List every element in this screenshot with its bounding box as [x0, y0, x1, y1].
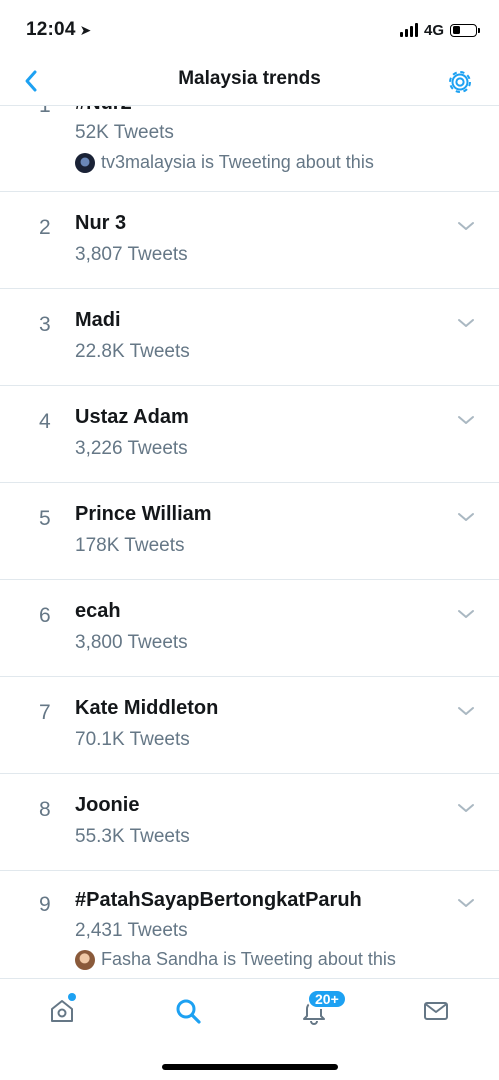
clock-text: 12:04	[26, 19, 76, 40]
messages-icon	[424, 1002, 448, 1020]
trend-tweet-count: 3,807 Tweets	[75, 244, 188, 265]
chevron-down-icon[interactable]	[457, 608, 475, 620]
avatar	[75, 152, 95, 173]
chevron-down-icon[interactable]	[457, 705, 475, 717]
tab-search[interactable]	[168, 993, 208, 1029]
chevron-down-icon[interactable]	[457, 414, 475, 426]
battery-icon	[450, 23, 480, 37]
trend-item[interactable]: 4 Ustaz Adam 3,226 Tweets	[0, 386, 499, 483]
trend-name: #Nur2	[75, 106, 132, 115]
trend-item[interactable]: 7 Kate Middleton 70.1K Tweets	[0, 677, 499, 774]
trend-rank: 9	[39, 893, 51, 916]
settings-button[interactable]	[445, 67, 475, 97]
trend-rank: 7	[39, 701, 51, 724]
location-arrow-icon: ➤	[79, 22, 92, 38]
trend-item[interactable]: 8 Joonie 55.3K Tweets	[0, 774, 499, 871]
trend-context: tv3malaysia is Tweeting about this	[75, 152, 374, 173]
trend-tweet-count: 70.1K Tweets	[75, 729, 190, 750]
trend-tweet-count: 52K Tweets	[75, 122, 174, 143]
trend-context-text: Fasha Sandha is Tweeting about this	[101, 949, 396, 969]
trend-context: Fasha Sandha is Tweeting about this	[75, 949, 396, 970]
trend-tweet-count: 3,800 Tweets	[75, 632, 188, 653]
chevron-down-icon[interactable]	[457, 317, 475, 329]
home-indicator[interactable]	[162, 1064, 338, 1070]
network-type: 4G	[423, 21, 444, 39]
trend-name: Nur 3	[75, 212, 127, 234]
trend-item[interactable]: 1 #Nur2 52K Tweets tv3malaysia is Tweeti…	[0, 106, 499, 192]
trend-rank: 8	[39, 798, 51, 821]
trend-name: Joonie	[75, 794, 140, 816]
trend-rank: 2	[39, 216, 51, 239]
trend-name: #PatahSayapBertongkatParuh	[75, 889, 362, 911]
trend-tweet-count: 3,226 Tweets	[75, 438, 188, 459]
trends-list: 1 #Nur2 52K Tweets tv3malaysia is Tweeti…	[0, 106, 499, 978]
trend-item[interactable]: 9 #PatahSayapBertongkatParuh 2,431 Tweet…	[0, 871, 499, 978]
trend-rank: 5	[39, 507, 51, 530]
chevron-down-icon[interactable]	[457, 511, 475, 523]
status-bar: 12:04 ➤ 4G	[0, 0, 499, 56]
cellular-signal-icon	[399, 23, 418, 37]
trend-tweet-count: 2,431 Tweets	[75, 920, 188, 941]
navigation-bar: Malaysia trends	[0, 56, 499, 106]
trend-name: Kate Middleton	[75, 697, 219, 719]
trend-name: Ustaz Adam	[75, 406, 189, 428]
trend-rank: 4	[39, 410, 51, 433]
trend-name: ecah	[75, 600, 121, 622]
chevron-down-icon[interactable]	[457, 897, 475, 909]
tab-messages[interactable]	[416, 993, 456, 1029]
trend-tweet-count: 178K Tweets	[75, 535, 185, 556]
trend-item[interactable]: 2 Nur 3 3,807 Tweets	[0, 192, 499, 289]
trend-name: Madi	[75, 309, 121, 331]
avatar	[75, 949, 95, 970]
notifications-badge: 20+	[307, 989, 347, 1009]
status-time: 12:04 ➤	[26, 19, 92, 41]
trend-item[interactable]: 3 Madi 22.8K Tweets	[0, 289, 499, 386]
search-icon	[176, 999, 201, 1024]
trend-name: Prince William	[75, 503, 212, 525]
status-indicators: 4G	[399, 20, 480, 40]
new-content-dot	[68, 993, 76, 1001]
gear-icon	[449, 71, 471, 93]
trend-tweet-count: 22.8K Tweets	[75, 341, 190, 362]
trend-context-text: tv3malaysia is Tweeting about this	[101, 152, 374, 172]
trend-rank: 6	[39, 604, 51, 627]
trend-rank: 3	[39, 313, 51, 336]
page-title: Malaysia trends	[178, 68, 321, 89]
trend-item[interactable]: 5 Prince William 178K Tweets	[0, 483, 499, 580]
trend-tweet-count: 55.3K Tweets	[75, 826, 190, 847]
home-icon	[51, 1000, 73, 1022]
chevron-down-icon[interactable]	[457, 220, 475, 232]
trend-item[interactable]: 6 ecah 3,800 Tweets	[0, 580, 499, 677]
tab-home[interactable]	[42, 993, 82, 1029]
chevron-down-icon[interactable]	[457, 802, 475, 814]
trend-rank: 1	[39, 106, 51, 118]
